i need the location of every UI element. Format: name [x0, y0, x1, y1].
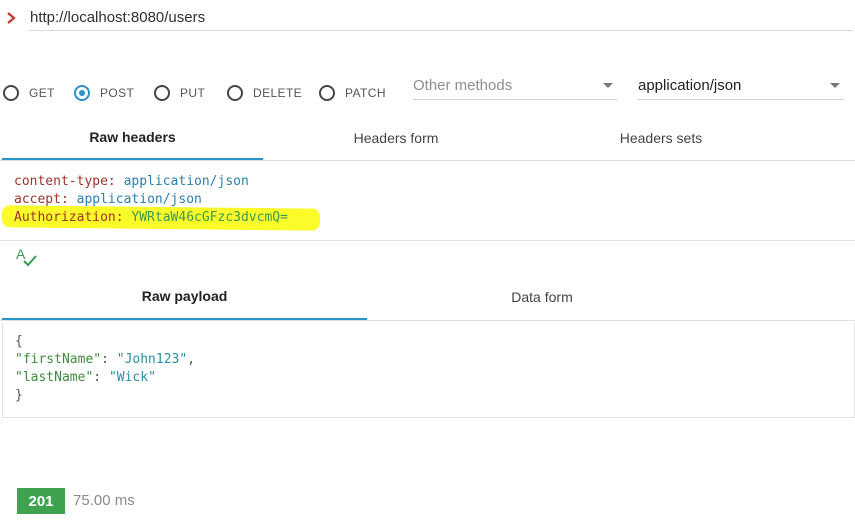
method-radio-patch[interactable]: PATCH	[319, 84, 386, 102]
header-line: accept: application/json	[14, 192, 202, 207]
header-value: YWRtaW46cGFzc3dvcmQ=	[131, 210, 288, 225]
json-line: "firstName": "John123",	[15, 352, 196, 367]
dropdown-caret-icon	[830, 83, 840, 88]
tab-raw-headers[interactable]: Raw headers	[2, 115, 263, 160]
radio-icon	[227, 85, 243, 101]
radio-checked-icon	[74, 85, 90, 101]
response-time: 75.00 ms	[73, 492, 135, 509]
tab-raw-payload[interactable]: Raw payload	[2, 274, 367, 320]
json-key: "firstName"	[15, 352, 102, 367]
json-key: "lastName"	[15, 370, 94, 385]
headers-code: content-type: application/json accept: a…	[14, 173, 288, 227]
radio-icon	[3, 85, 19, 101]
tab-headers-sets[interactable]: Headers sets	[529, 115, 793, 160]
payload-code: { "firstName": "John123", "lastName": "W…	[15, 333, 195, 405]
method-label: PUT	[180, 86, 206, 100]
headers-tabs: Raw headers Headers form Headers sets	[0, 115, 855, 161]
method-label: GET	[29, 86, 55, 100]
header-name: Authorization	[14, 210, 116, 225]
json-brace-open: {	[15, 334, 23, 349]
header-line: Authorization: YWRtaW46cGFzc3dvcmQ=	[14, 210, 288, 225]
method-label: POST	[100, 86, 135, 100]
tab-data-form[interactable]: Data form	[367, 274, 717, 320]
json-value: "John123"	[116, 352, 188, 367]
json-line: "lastName": "Wick"	[15, 370, 156, 385]
tab-headers-form[interactable]: Headers form	[263, 115, 529, 160]
radio-icon	[319, 85, 335, 101]
radio-icon	[154, 85, 170, 101]
content-type-value: application/json	[638, 77, 742, 94]
header-name: accept	[14, 192, 61, 207]
json-brace-close: }	[15, 388, 23, 403]
method-radio-put[interactable]: PUT	[154, 84, 205, 102]
method-label: PATCH	[345, 86, 386, 100]
json-comma: ,	[187, 352, 196, 367]
url-input[interactable]	[29, 7, 853, 31]
method-label: DELETE	[253, 86, 303, 100]
header-value: application/json	[76, 192, 202, 207]
spellcheck-icon[interactable]: A	[15, 246, 39, 268]
header-line: content-type: application/json	[14, 174, 249, 189]
header-value: application/json	[123, 174, 249, 189]
other-methods-select[interactable]: Other methods	[413, 72, 617, 100]
method-radio-post[interactable]: POST	[74, 84, 134, 102]
content-type-select[interactable]: application/json	[638, 72, 844, 100]
payload-tabs: Raw payload Data form	[0, 274, 855, 321]
status-badge: 201	[17, 488, 65, 514]
svg-text:A: A	[16, 246, 26, 262]
other-methods-placeholder: Other methods	[413, 77, 513, 94]
dropdown-caret-icon	[603, 83, 613, 88]
json-value: "Wick"	[108, 370, 156, 385]
header-name: content-type	[14, 174, 108, 189]
chevron-right-icon[interactable]	[4, 9, 18, 27]
method-radio-delete[interactable]: DELETE	[227, 84, 302, 102]
method-radio-get[interactable]: GET	[3, 84, 55, 102]
